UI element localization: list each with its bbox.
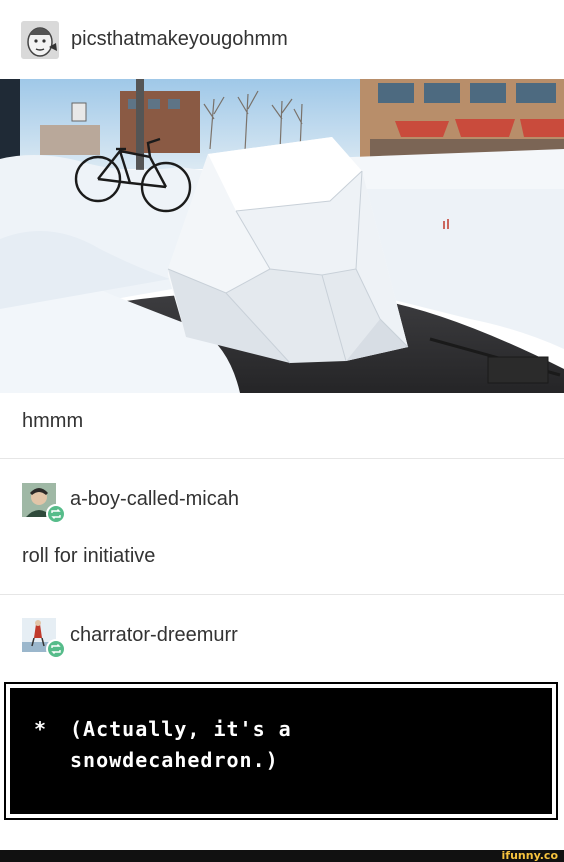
reblogger-username[interactable]: charrator-dreemurr	[70, 624, 238, 647]
divider	[0, 594, 564, 595]
reblogger-username[interactable]: a-boy-called-micah	[70, 488, 239, 511]
post-photo	[0, 79, 564, 393]
divider	[0, 458, 564, 459]
reblog-icon	[46, 639, 66, 659]
footer-bar	[0, 850, 564, 862]
reblog-icon	[46, 504, 66, 524]
post-header: picsthatmakeyougohmm	[0, 0, 564, 78]
dialog-box: * (Actually, it's a snowdecahedron.)	[4, 682, 558, 820]
dialog-container: * (Actually, it's a snowdecahedron.)	[0, 676, 564, 830]
dialog-text: (Actually, it's a snowdecahedron.)	[70, 717, 292, 772]
dialog-star: *	[34, 717, 48, 741]
author-avatar[interactable]	[21, 21, 59, 59]
reblog-comment: roll for initiative	[22, 545, 156, 567]
post-caption: hmmm	[22, 410, 84, 432]
author-username[interactable]: picsthatmakeyougohmm	[71, 28, 288, 51]
watermark: ifunny.co	[501, 849, 558, 862]
